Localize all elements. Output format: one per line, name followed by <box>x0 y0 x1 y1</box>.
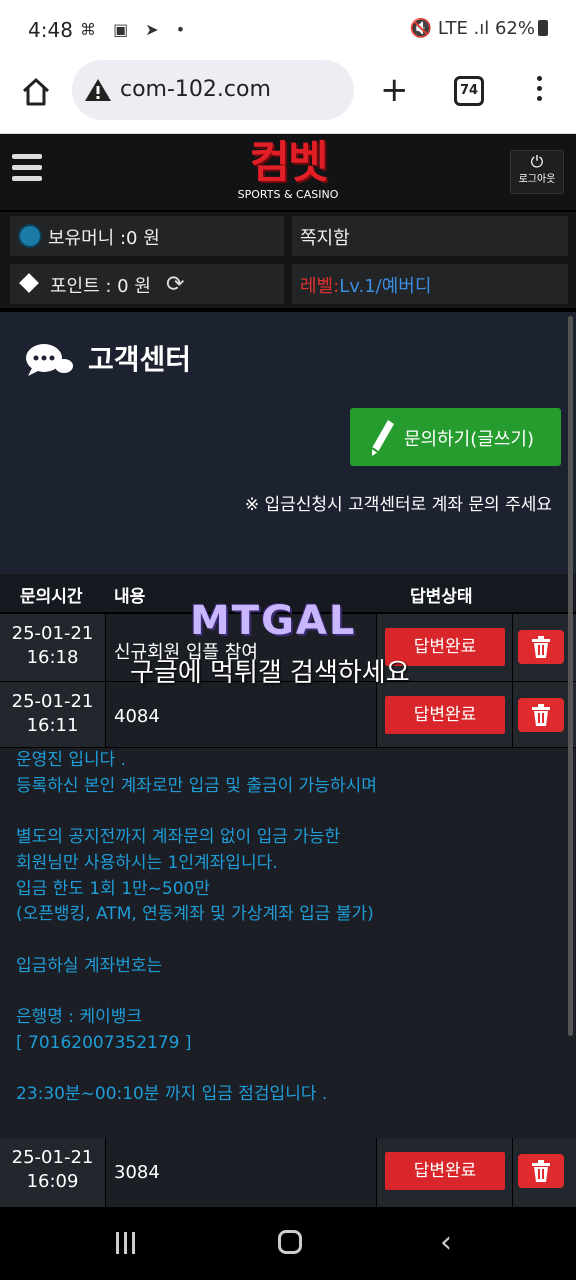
row-date: 25-01-21 <box>11 1147 94 1168</box>
point-cell: 포인트 : 0 원 ⟳ <box>10 264 284 304</box>
table-row[interactable]: 25-01-21 16:09 3084 답변완료 <box>0 1138 576 1208</box>
status-right: 🔇 LTE .ıl 62% <box>410 18 548 39</box>
row-datetime: 25-01-21 16:18 <box>0 614 106 681</box>
answer-line: 입금하실 계좌번호는 <box>16 955 163 976</box>
new-tab-icon[interactable]: + <box>380 73 409 107</box>
answer-line: 별도의 공지전까지 계좌문의 없이 입금 가능한 <box>16 827 341 848</box>
logout-button[interactable]: ⏻ 로그아웃 <box>510 150 564 194</box>
delete-button[interactable] <box>518 630 564 664</box>
row-date: 25-01-21 <box>11 623 94 644</box>
page-scrollbar[interactable] <box>568 316 573 1036</box>
answer-line <box>16 928 576 954</box>
write-inquiry-button[interactable]: 문의하기(글쓰기) <box>350 408 561 466</box>
message-label[interactable]: 쪽지함 <box>300 224 350 250</box>
back-icon[interactable]: ‹ <box>440 1228 452 1258</box>
row-datetime: 25-01-21 16:11 <box>0 682 106 747</box>
money-cell: 보유머니 :0 원 <box>10 216 284 256</box>
site-header: 컴벳 SPORTS & CASINO ⏻ 로그아웃 <box>0 134 576 210</box>
soccer-ball-icon <box>18 224 42 248</box>
info-row-money: 보유머니 :0 원 쪽지함 <box>0 212 576 260</box>
page-title: 고객센터 <box>88 343 192 376</box>
pencil-icon <box>371 420 394 456</box>
answer-content: 운영진 입니다 . 등록하신 본인 계좌로만 입금 및 출금이 가능하시며 별도… <box>0 748 576 1138</box>
logo-main-text: 컴벳 <box>249 137 329 188</box>
site-logo[interactable]: 컴벳 SPORTS & CASINO <box>230 138 346 208</box>
row-time: 16:09 <box>26 1171 79 1192</box>
system-nav-bar: ‹ <box>0 1208 576 1280</box>
answer-line: 운영진 입니다 . <box>16 750 127 770</box>
write-inquiry-label: 문의하기(글쓰기) <box>404 429 534 450</box>
row-content[interactable]: 3084 <box>114 1162 160 1183</box>
row-content[interactable]: 4084 <box>114 706 160 727</box>
row-status-cell: 답변완료 <box>376 1138 512 1207</box>
point-label: 포인트 : 0 원 <box>50 276 151 297</box>
url-text[interactable]: com-102.com <box>120 77 271 102</box>
trash-icon <box>532 636 550 658</box>
level-prefix: 레벨: <box>300 276 340 297</box>
recents-icon[interactable] <box>116 1232 140 1256</box>
row-delete-cell <box>512 1138 576 1207</box>
answer-line: [ 70162007352179 ] <box>16 1032 192 1053</box>
watermark-overlay: MTGAL 구글에 먹튀갤 검색하세요 <box>130 598 450 692</box>
browser-toolbar: com-102.com + 74 <box>0 60 576 134</box>
row-delete-cell <box>512 614 576 681</box>
notification-icons: ⌘ ▣ ➤ • <box>80 20 192 39</box>
logout-label: 로그아웃 <box>518 174 556 185</box>
level-cell: 레벨:Lv.1/예버디 <box>292 264 568 304</box>
warning-icon[interactable] <box>84 78 112 102</box>
customer-center-panel: 고객센터 문의하기(글쓰기) ※ 입금신청시 고객센터로 계좌 문의 주세요 <box>0 312 576 574</box>
answer-line: 입금 한도 1회 1만~500만 <box>16 878 211 899</box>
info-row-points: 포인트 : 0 원 ⟳ 레벨:Lv.1/예버디 <box>0 260 576 308</box>
battery-icon <box>538 20 548 36</box>
answer-line <box>16 799 576 825</box>
delete-button[interactable] <box>518 698 564 732</box>
row-time: 16:11 <box>26 715 79 736</box>
trash-icon <box>532 704 550 726</box>
row-time: 16:18 <box>26 647 79 668</box>
power-icon: ⏻ <box>530 152 544 171</box>
address-bar[interactable]: com-102.com <box>72 60 354 120</box>
row-datetime: 25-01-21 16:09 <box>0 1138 106 1207</box>
header-time: 문의시간 <box>20 587 83 607</box>
answer-complete-button[interactable]: 답변완료 <box>385 1152 505 1190</box>
overflow-menu-icon[interactable] <box>534 76 544 106</box>
refresh-icon[interactable]: ⟳ <box>166 272 184 297</box>
answer-line <box>16 1056 576 1082</box>
answer-line: 회원님만 사용하시는 1인계좌입니다. <box>16 852 278 873</box>
answer-line <box>16 979 576 1005</box>
row-delete-cell <box>512 682 576 747</box>
chat-bubbles-icon <box>26 344 73 376</box>
answer-line: 등록하신 본인 계좌로만 입금 및 출금이 가능하시며 <box>16 775 377 796</box>
home-icon[interactable] <box>20 76 52 108</box>
message-cell[interactable]: 쪽지함 <box>292 216 568 256</box>
answer-line: (오픈뱅킹, ATM, 연동계좌 및 가상계좌 입금 불가) <box>16 904 374 925</box>
watermark-text: 구글에 먹튀갤 검색하세요 <box>130 658 410 688</box>
tab-switcher-button[interactable]: 74 <box>454 76 484 106</box>
answer-line: 23:30분~00:10분 까지 입금 점검입니다 . <box>16 1084 328 1105</box>
answer-line: 은행명 : 케이뱅크 <box>16 1007 143 1028</box>
hamburger-menu-icon[interactable] <box>12 154 42 184</box>
money-label: 보유머니 :0 원 <box>48 228 160 249</box>
status-time: 4:48 <box>28 18 73 42</box>
deposit-notice: ※ 입금신청시 고객센터로 계좌 문의 주세요 <box>244 495 552 515</box>
answer-complete-button[interactable]: 답변완료 <box>385 696 505 734</box>
diamond-icon <box>19 273 39 293</box>
row-date: 25-01-21 <box>11 691 94 712</box>
level-text: 레벨:Lv.1/예버디 <box>300 272 431 298</box>
watermark-logo: MTGAL <box>190 598 357 644</box>
status-right-text: 🔇 LTE .ıl 62% <box>409 18 535 39</box>
trash-icon <box>532 1160 550 1182</box>
level-value: Lv.1/예버디 <box>339 276 432 297</box>
status-bar: 4:48 ⌘ ▣ ➤ • 🔇 LTE .ıl 62% <box>0 0 576 60</box>
home-nav-icon[interactable] <box>278 1230 302 1254</box>
delete-button[interactable] <box>518 1154 564 1188</box>
logo-sub-text: SPORTS & CASINO <box>237 188 339 201</box>
